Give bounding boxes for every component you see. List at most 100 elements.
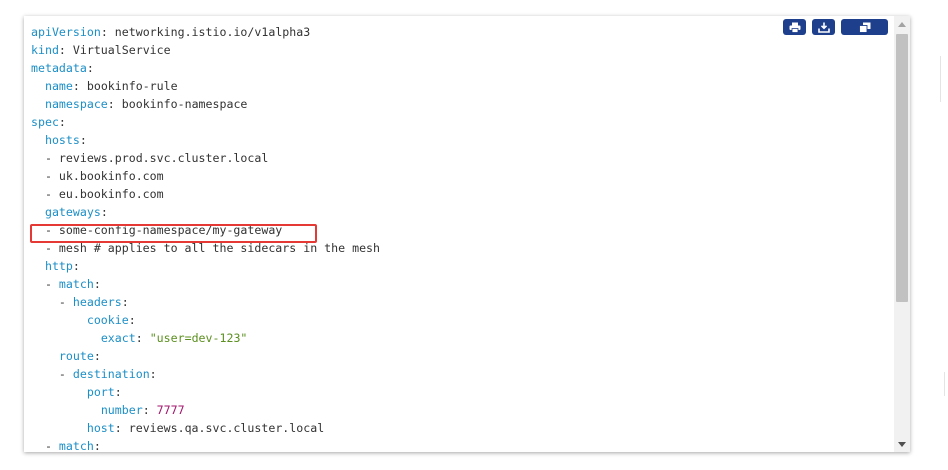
code-line: - mesh # applies to all the sidecars in …	[31, 239, 380, 257]
scroll-up-button[interactable]	[894, 16, 910, 32]
yaml-key: destination	[72, 367, 150, 381]
code-indent: -	[31, 169, 59, 183]
yaml-code-block: apiVersion: networking.istio.io/v1alpha3…	[31, 23, 380, 452]
code-toolbar	[783, 19, 888, 35]
yaml-separator: :	[100, 205, 108, 219]
yaml-key: host	[86, 421, 115, 435]
code-line: - reviews.prod.svc.cluster.local	[31, 149, 380, 167]
code-scroll-area[interactable]: apiVersion: networking.istio.io/v1alpha3…	[24, 16, 894, 452]
scrollbar-thumb[interactable]	[896, 34, 908, 302]
code-indent: -	[31, 295, 73, 309]
yaml-key: spec	[31, 115, 59, 129]
yaml-value: networking.istio.io/v1alpha3	[114, 25, 311, 39]
scroll-down-button[interactable]	[894, 436, 910, 452]
yaml-value: 7777	[156, 403, 185, 417]
yaml-separator: :	[58, 43, 73, 57]
yaml-separator: :	[107, 97, 122, 111]
code-line: exact: "user=dev-123"	[31, 329, 380, 347]
yaml-separator: :	[79, 133, 87, 147]
yaml-key: apiVersion	[31, 25, 101, 39]
code-line: kind: VirtualService	[31, 41, 380, 59]
code-indent: -	[31, 277, 59, 291]
yaml-separator: :	[114, 385, 122, 399]
yaml-value: reviews.qa.svc.cluster.local	[128, 421, 325, 435]
page-edge-divider	[944, 372, 945, 396]
yaml-value: reviews.prod.svc.cluster.local	[58, 151, 269, 165]
code-line: number: 7777	[31, 401, 380, 419]
code-line: - uk.bookinfo.com	[31, 167, 380, 185]
code-line: metadata:	[31, 59, 380, 77]
yaml-key: hosts	[44, 133, 80, 147]
code-line: - destination:	[31, 365, 380, 383]
yaml-separator: :	[121, 295, 129, 309]
code-line: spec:	[31, 113, 380, 131]
copy-icon	[858, 22, 870, 33]
printer-icon	[789, 22, 800, 33]
yaml-separator: :	[58, 115, 66, 129]
yaml-separator: :	[93, 439, 101, 452]
caret-up-icon	[898, 21, 906, 27]
code-indent: -	[31, 151, 59, 165]
yaml-value: eu.bookinfo.com	[58, 187, 164, 201]
yaml-key: cookie	[86, 313, 129, 327]
yaml-separator: :	[135, 331, 150, 345]
download-button[interactable]	[812, 19, 835, 35]
code-line: - some-config-namespace/my-gateway	[31, 221, 380, 239]
code-line: cookie:	[31, 311, 380, 329]
code-line: - match:	[31, 275, 380, 293]
yaml-key: match	[58, 277, 94, 291]
yaml-value: some-config-namespace/my-gateway	[58, 223, 283, 237]
yaml-value: bookinfo-rule	[86, 79, 178, 93]
code-indent: -	[31, 223, 59, 237]
page-edge-divider	[940, 56, 941, 102]
code-indent: -	[31, 241, 59, 255]
code-line: http:	[31, 257, 380, 275]
code-line: gateways:	[31, 203, 380, 221]
yaml-separator: :	[86, 61, 94, 75]
yaml-separator: :	[72, 79, 87, 93]
yaml-separator: :	[128, 313, 136, 327]
code-line: - headers:	[31, 293, 380, 311]
code-indent: -	[31, 439, 59, 452]
yaml-key: kind	[31, 43, 59, 57]
yaml-key: match	[58, 439, 94, 452]
code-line: - eu.bookinfo.com	[31, 185, 380, 203]
caret-down-icon	[898, 441, 906, 447]
code-indent: -	[31, 187, 59, 201]
yaml-key: http	[44, 259, 73, 273]
code-line: hosts:	[31, 131, 380, 149]
vertical-scrollbar[interactable]	[894, 16, 910, 452]
yaml-separator: :	[93, 277, 101, 291]
yaml-separator: :	[72, 259, 80, 273]
download-icon	[817, 22, 830, 33]
yaml-key: exact	[100, 331, 136, 345]
yaml-key: route	[58, 349, 94, 363]
yaml-key: gateways	[44, 205, 101, 219]
yaml-value: bookinfo-namespace	[121, 97, 248, 111]
yaml-key: namespace	[44, 97, 108, 111]
yaml-value: mesh # applies to all the sidecars in th…	[58, 241, 381, 255]
yaml-key: metadata	[31, 61, 87, 75]
copy-button[interactable]	[841, 19, 888, 35]
code-line: name: bookinfo-rule	[31, 77, 380, 95]
code-line: namespace: bookinfo-namespace	[31, 95, 380, 113]
yaml-separator: :	[100, 25, 115, 39]
yaml-separator: :	[114, 421, 129, 435]
code-line: - match:	[31, 437, 380, 452]
code-line: apiVersion: networking.istio.io/v1alpha3	[31, 23, 380, 41]
yaml-key: name	[44, 79, 73, 93]
code-viewer: apiVersion: networking.istio.io/v1alpha3…	[24, 16, 910, 452]
code-indent: -	[31, 367, 73, 381]
yaml-separator: :	[142, 403, 157, 417]
print-button[interactable]	[783, 19, 806, 35]
